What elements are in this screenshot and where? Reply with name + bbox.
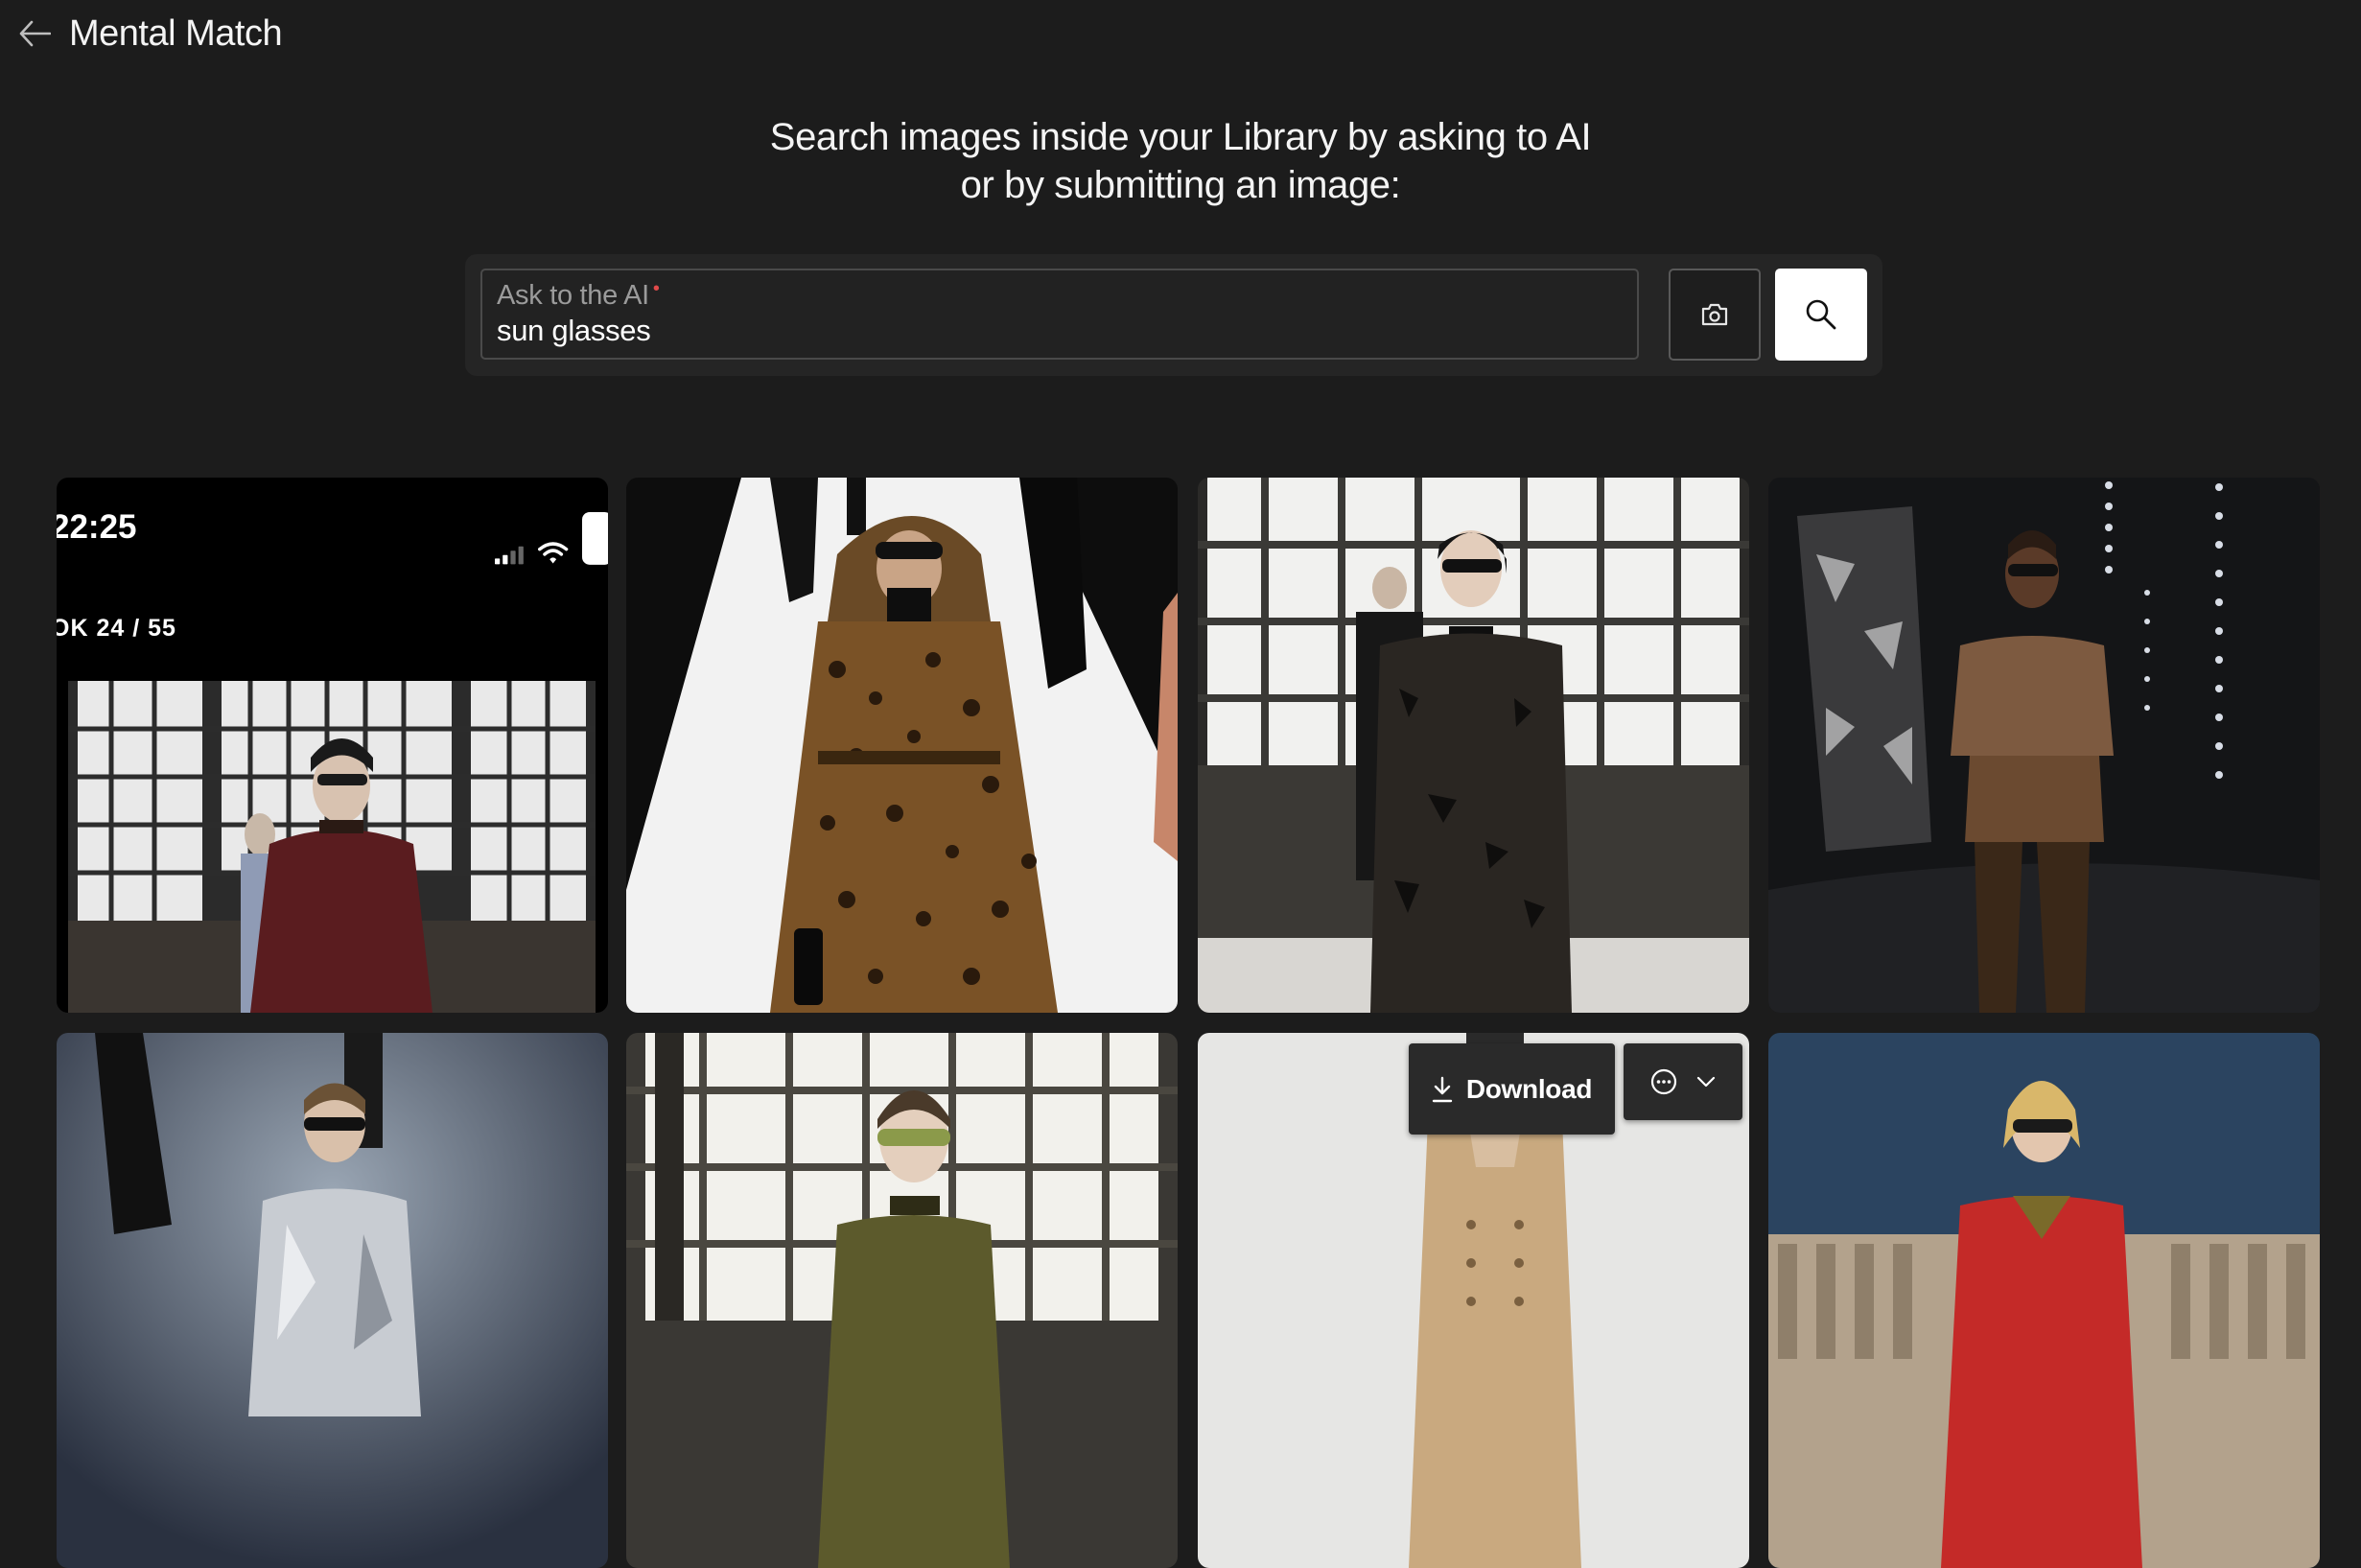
instructions-line-2: or by submitting an image:: [960, 164, 1401, 206]
search-panel: Ask to the AI •: [465, 254, 1882, 376]
lace-dress-photo: [1198, 478, 1749, 1013]
phone-runway-photo: [68, 681, 596, 1013]
signal-icon: [495, 547, 524, 565]
arrow-left-icon: [19, 20, 51, 47]
search-icon: [1806, 299, 1836, 330]
top-bar: Mental Match: [0, 0, 283, 67]
green-glasses-photo: [626, 1033, 1178, 1568]
result-image-1[interactable]: 22:25 OK 24 / 55: [57, 478, 608, 1013]
result-image-8[interactable]: [1768, 1033, 2320, 1568]
result-image-4[interactable]: [1768, 478, 2320, 1013]
wifi-icon: [538, 542, 569, 564]
ai-query-label: Ask to the AI •: [497, 278, 1623, 312]
required-marker: •: [652, 278, 660, 299]
result-image-2[interactable]: [626, 478, 1178, 1013]
battery-icon: [581, 512, 608, 565]
result-image-3[interactable]: [1198, 478, 1749, 1013]
result-image-5[interactable]: [57, 1033, 608, 1568]
phone-time: 22:25: [57, 508, 137, 546]
camera-icon: [1701, 303, 1728, 326]
red-jumper-photo: [1768, 1033, 2320, 1568]
bronze-look-photo: [1768, 478, 2320, 1013]
result-image-6[interactable]: [626, 1033, 1178, 1568]
back-button[interactable]: [15, 14, 54, 53]
download-label: Download: [1465, 1073, 1593, 1104]
look-counter: OK 24 / 55: [57, 615, 176, 642]
search-instructions: Search images inside your Library by ask…: [0, 113, 2361, 209]
more-options-icon: [1650, 1068, 1677, 1095]
chevron-down-icon: [1696, 1076, 1716, 1088]
runway-photo-graphic: [68, 681, 596, 1013]
ai-query-field[interactable]: Ask to the AI •: [480, 269, 1639, 360]
image-search-button[interactable]: [1669, 269, 1761, 361]
instructions-line-1: Search images inside your Library by ask…: [769, 116, 1592, 158]
more-options-button[interactable]: [1624, 1043, 1742, 1120]
ai-query-label-text: Ask to the AI: [497, 280, 649, 311]
app-title: Mental Match: [69, 12, 283, 54]
download-icon: [1432, 1076, 1453, 1102]
phone-status-bar: [495, 512, 608, 565]
leopard-coat-photo: [626, 478, 1178, 1013]
download-button[interactable]: Download: [1409, 1043, 1615, 1135]
silver-top-photo: [57, 1033, 608, 1568]
ai-query-input[interactable]: [497, 314, 1623, 348]
search-button[interactable]: [1775, 269, 1867, 361]
